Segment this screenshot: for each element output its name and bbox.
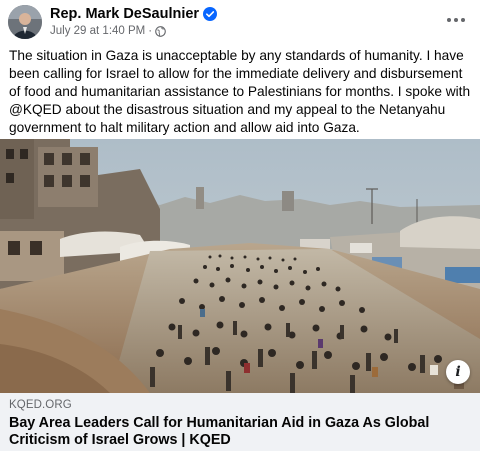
post-timestamp[interactable]: July 29 at 1:40 PM [50, 25, 145, 37]
link-preview-card[interactable]: KQED.ORG Bay Area Leaders Call for Human… [0, 393, 480, 451]
avatar-image [8, 5, 42, 39]
author-name-row: Rep. Mark DeSaulnier [50, 6, 218, 22]
verified-badge-icon [203, 7, 218, 21]
post-meta: July 29 at 1:40 PM · [50, 25, 166, 37]
link-domain: KQED.ORG [9, 399, 72, 411]
meta-separator: · [148, 25, 153, 37]
info-icon[interactable]: i [446, 360, 470, 384]
author-avatar[interactable] [8, 5, 42, 39]
post-image[interactable]: i [0, 139, 480, 393]
link-title[interactable]: Bay Area Leaders Call for Humanitarian A… [9, 415, 475, 449]
post-body-text: The situation in Gaza is unacceptable by… [9, 48, 471, 135]
facebook-post: Rep. Mark DeSaulnier July 29 at 1:40 PM … [0, 0, 480, 451]
more-options-icon[interactable] [446, 10, 466, 30]
gaza-crowd-photo [0, 139, 480, 393]
post-header: Rep. Mark DeSaulnier July 29 at 1:40 PM … [0, 0, 480, 44]
globe-icon[interactable] [155, 25, 166, 37]
author-name[interactable]: Rep. Mark DeSaulnier [50, 6, 199, 22]
